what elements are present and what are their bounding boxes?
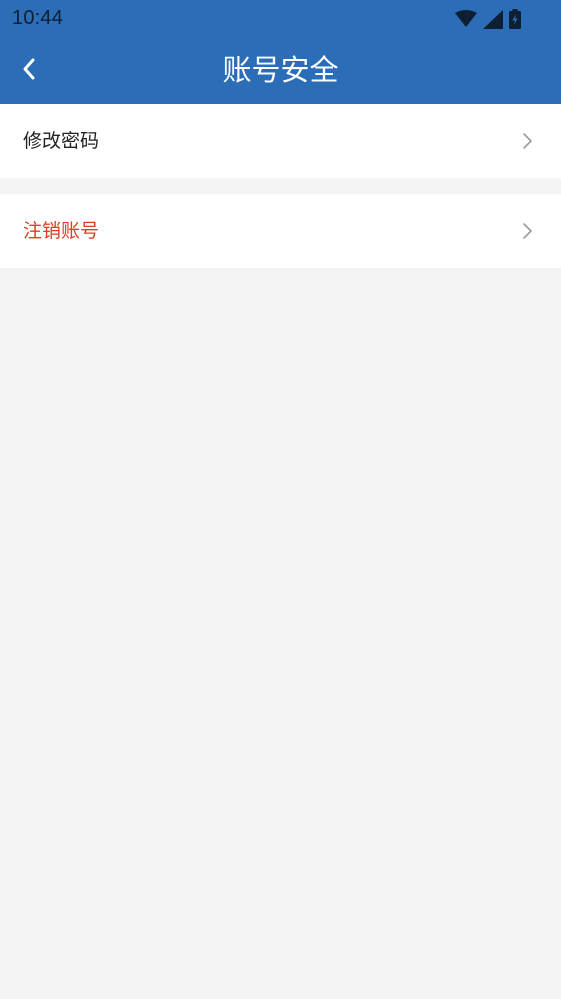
chevron-right-icon <box>521 132 533 150</box>
chevron-right-icon <box>521 222 533 240</box>
status-bar: 10:44 <box>0 0 561 38</box>
nav-bar: 账号安全 <box>0 38 561 104</box>
status-time: 10:44 <box>12 7 64 29</box>
cancel-account-item[interactable]: 注销账号 <box>0 194 561 268</box>
page-title: 账号安全 <box>222 53 339 87</box>
battery-charging-icon <box>509 9 521 29</box>
status-icons <box>455 8 521 30</box>
change-password-item[interactable]: 修改密码 <box>0 104 561 178</box>
cancel-account-label: 注销账号 <box>23 220 100 242</box>
change-password-label: 修改密码 <box>23 130 100 152</box>
cellular-signal-icon <box>483 9 503 29</box>
wifi-icon <box>455 10 477 28</box>
